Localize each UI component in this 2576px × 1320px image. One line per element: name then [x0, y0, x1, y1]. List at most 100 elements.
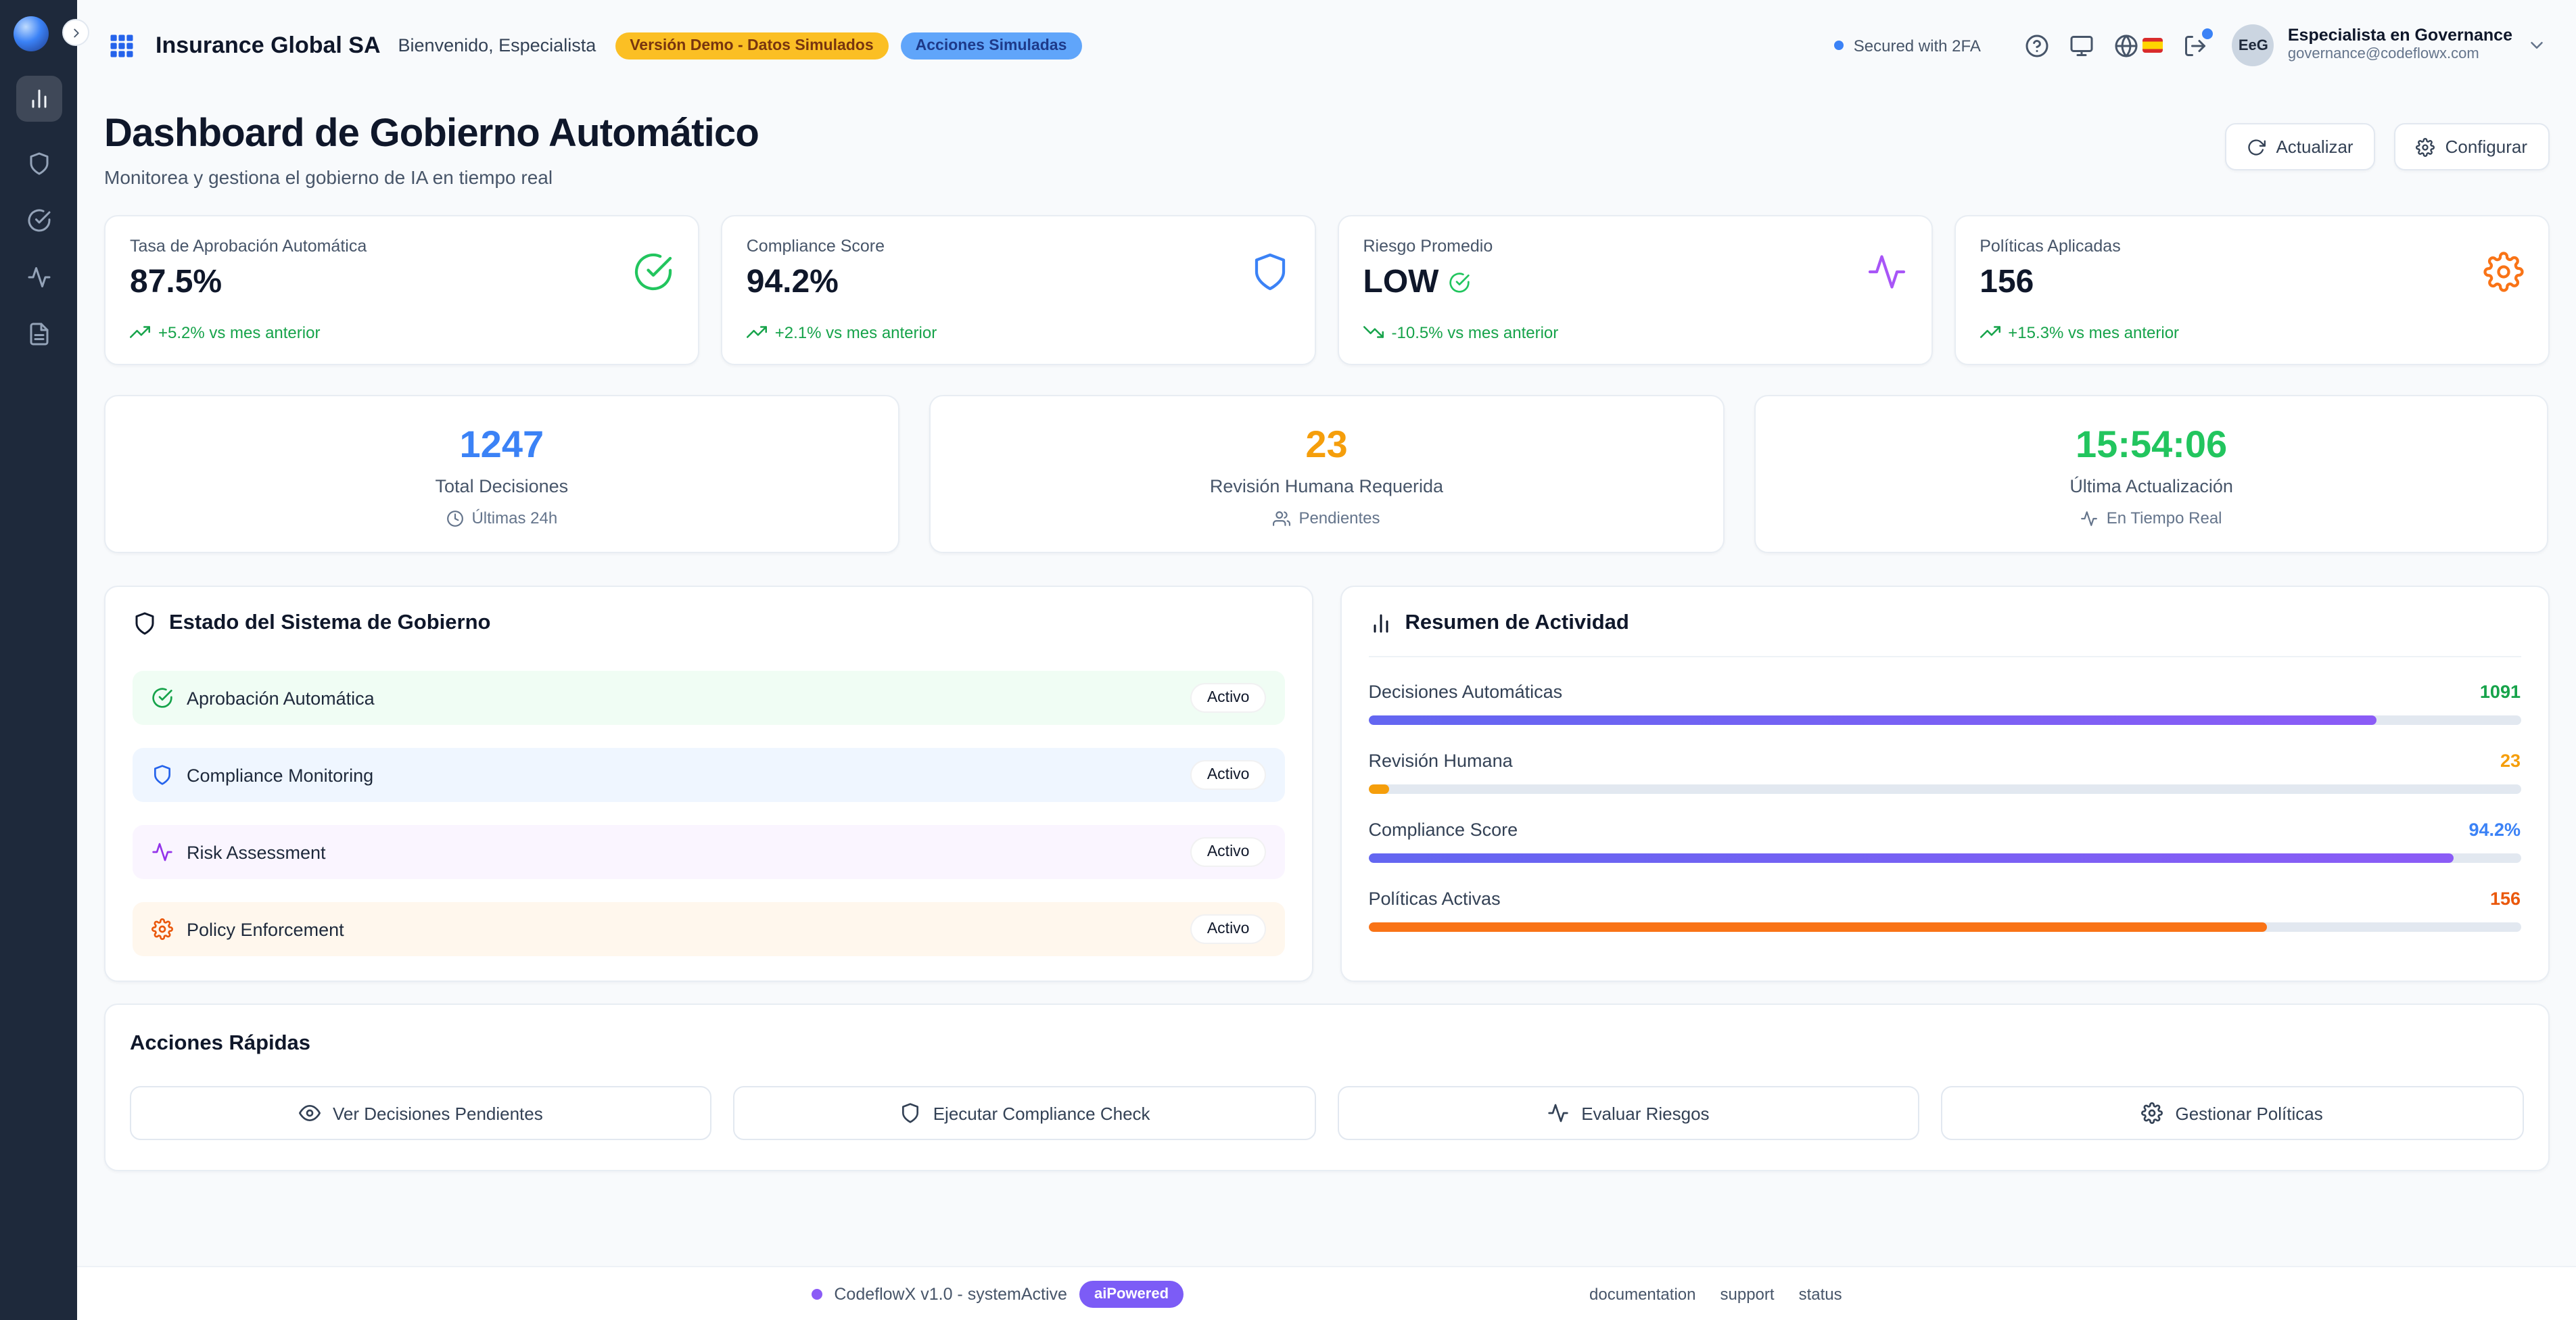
- sidebar-item-decisions[interactable]: [16, 197, 62, 243]
- status-dot: [1835, 41, 1844, 50]
- trending-up-icon: [747, 322, 767, 342]
- stat-label: Compliance Score: [747, 237, 1290, 256]
- activity-value: 94.2%: [2468, 820, 2521, 840]
- activity-label: Decisiones Automáticas: [1369, 682, 1563, 702]
- evaluate-risks-button[interactable]: Evaluar Riesgos: [1338, 1086, 1920, 1140]
- stat-trend: +2.1% vs mes anterior: [747, 322, 1290, 342]
- sidebar-item-policies[interactable]: [16, 311, 62, 357]
- avatar[interactable]: EeG: [2232, 24, 2274, 66]
- view-pending-decisions-button[interactable]: Ver Decisiones Pendientes: [130, 1086, 712, 1140]
- sidebar-item-risk[interactable]: [16, 254, 62, 300]
- run-compliance-check-button[interactable]: Ejecutar Compliance Check: [734, 1086, 1316, 1140]
- status-row-policy-enforcement: Policy Enforcement Activo: [133, 902, 1285, 956]
- metric-sublabel: En Tiempo Real: [1779, 509, 2523, 527]
- metric-value: 23: [955, 426, 1699, 464]
- app-version: CodeflowX v1.0 - systemActive: [834, 1284, 1067, 1303]
- divider: [1369, 656, 2521, 657]
- notification-dot: [2200, 25, 2216, 41]
- users-icon: [1273, 509, 1290, 527]
- footer-link-support[interactable]: support: [1720, 1284, 1775, 1303]
- metric-sub-text: Pendientes: [1298, 509, 1380, 527]
- status-badge: Activo: [1191, 760, 1266, 790]
- user-menu[interactable]: Especialista en Governance governance@co…: [2288, 26, 2512, 66]
- app-logo: [14, 16, 49, 51]
- sidebar-toggle-button[interactable]: [62, 19, 89, 46]
- status-badge: Activo: [1191, 837, 1266, 867]
- trending-up-icon: [1980, 322, 2000, 342]
- language-globe-icon[interactable]: [2115, 33, 2163, 57]
- page-actions: Actualizar Configurar: [2224, 123, 2549, 170]
- system-status-title: Estado del Sistema de Gobierno: [133, 611, 1285, 636]
- quick-action-label: Evaluar Riesgos: [1581, 1103, 1709, 1123]
- progress-track: [1369, 715, 2521, 725]
- activity-icon: [26, 265, 51, 289]
- progress-fill: [1369, 922, 2268, 932]
- main-content: Dashboard de Gobierno Automático Monitor…: [77, 91, 2576, 1266]
- configure-button[interactable]: Configurar: [2394, 123, 2549, 170]
- stat-trend: +15.3% vs mes anterior: [1980, 322, 2523, 342]
- monitor-icon[interactable]: [2070, 33, 2094, 57]
- activity-icon: [1547, 1102, 1569, 1124]
- metric-card-total-decisions: 1247 Total Decisiones Últimas 24h: [104, 395, 899, 553]
- stat-label: Políticas Aplicadas: [1980, 237, 2523, 256]
- page-title: Dashboard de Gobierno Automático: [104, 112, 759, 157]
- secured-2fa-label: Secured with 2FA: [1854, 36, 1981, 55]
- metric-label: Última Actualización: [1779, 476, 2523, 496]
- sidebar-item-compliance[interactable]: [16, 141, 62, 187]
- status-label: Risk Assessment: [187, 842, 326, 862]
- activity-icon: [1866, 252, 1906, 292]
- footer-link-status[interactable]: status: [1799, 1284, 1842, 1303]
- shield-icon: [151, 764, 173, 786]
- stat-trend: -10.5% vs mes anterior: [1363, 322, 1907, 342]
- status-dot: [811, 1288, 822, 1299]
- main-shell: Insurance Global SA Bienvenido, Especial…: [77, 0, 2576, 1320]
- activity-value: 156: [2490, 889, 2521, 909]
- apps-grid-icon[interactable]: [107, 30, 137, 60]
- footer-link-documentation[interactable]: documentation: [1589, 1284, 1695, 1303]
- activity-summary-title: Resumen de Actividad: [1369, 611, 2521, 636]
- status-row-risk-assessment: Risk Assessment Activo: [133, 825, 1285, 879]
- check-circle-icon: [1448, 272, 1470, 293]
- gear-icon: [2142, 1102, 2163, 1124]
- logout-icon[interactable]: [2184, 33, 2208, 57]
- panel-title-text: Resumen de Actividad: [1405, 611, 1629, 636]
- help-icon[interactable]: [2025, 33, 2050, 57]
- chevron-down-icon[interactable]: [2526, 35, 2546, 55]
- activity-item-human-review: Revisión Humana 23: [1369, 751, 2521, 794]
- activity-label: Compliance Score: [1369, 820, 1518, 840]
- bar-chart-icon: [26, 87, 51, 111]
- manage-policies-button[interactable]: Gestionar Políticas: [1941, 1086, 2523, 1140]
- system-status-panel: Estado del Sistema de Gobierno Aprobació…: [104, 586, 1313, 982]
- stat-card-average-risk: Riesgo Promedio LOW -10.5% vs mes anteri…: [1338, 215, 1933, 365]
- progress-track: [1369, 784, 2521, 794]
- status-badge: Activo: [1191, 914, 1266, 944]
- trending-down-icon: [1363, 322, 1384, 342]
- gear-icon: [151, 918, 173, 940]
- refresh-button[interactable]: Actualizar: [2224, 123, 2374, 170]
- stat-label: Riesgo Promedio: [1363, 237, 1907, 256]
- sidebar: [0, 0, 77, 1320]
- progress-track: [1369, 853, 2521, 863]
- check-circle-icon: [633, 252, 674, 292]
- spain-flag-icon: [2143, 38, 2163, 53]
- activity-label: Políticas Activas: [1369, 889, 1501, 909]
- refresh-icon: [2246, 137, 2265, 156]
- activity-value: 23: [2500, 751, 2521, 771]
- activity-value: 1091: [2480, 682, 2521, 702]
- activity-icon: [151, 841, 173, 863]
- shield-icon: [26, 151, 51, 176]
- check-circle-icon: [151, 687, 173, 709]
- sidebar-item-dashboard[interactable]: [16, 76, 62, 122]
- trending-up-icon: [130, 322, 150, 342]
- eye-icon: [299, 1102, 321, 1124]
- stat-trend: +5.2% vs mes anterior: [130, 322, 674, 342]
- refresh-label: Actualizar: [2276, 137, 2353, 157]
- check-circle-icon: [26, 208, 51, 233]
- metric-sub-text: Últimas 24h: [471, 509, 557, 527]
- company-name: Insurance Global SA: [156, 32, 381, 59]
- status-label: Aprobación Automática: [187, 688, 375, 708]
- progress-track: [1369, 922, 2521, 932]
- quick-actions-grid: Ver Decisiones Pendientes Ejecutar Compl…: [130, 1086, 2523, 1140]
- gear-icon: [2416, 137, 2435, 156]
- metric-card-human-review: 23 Revisión Humana Requerida Pendientes: [929, 395, 1725, 553]
